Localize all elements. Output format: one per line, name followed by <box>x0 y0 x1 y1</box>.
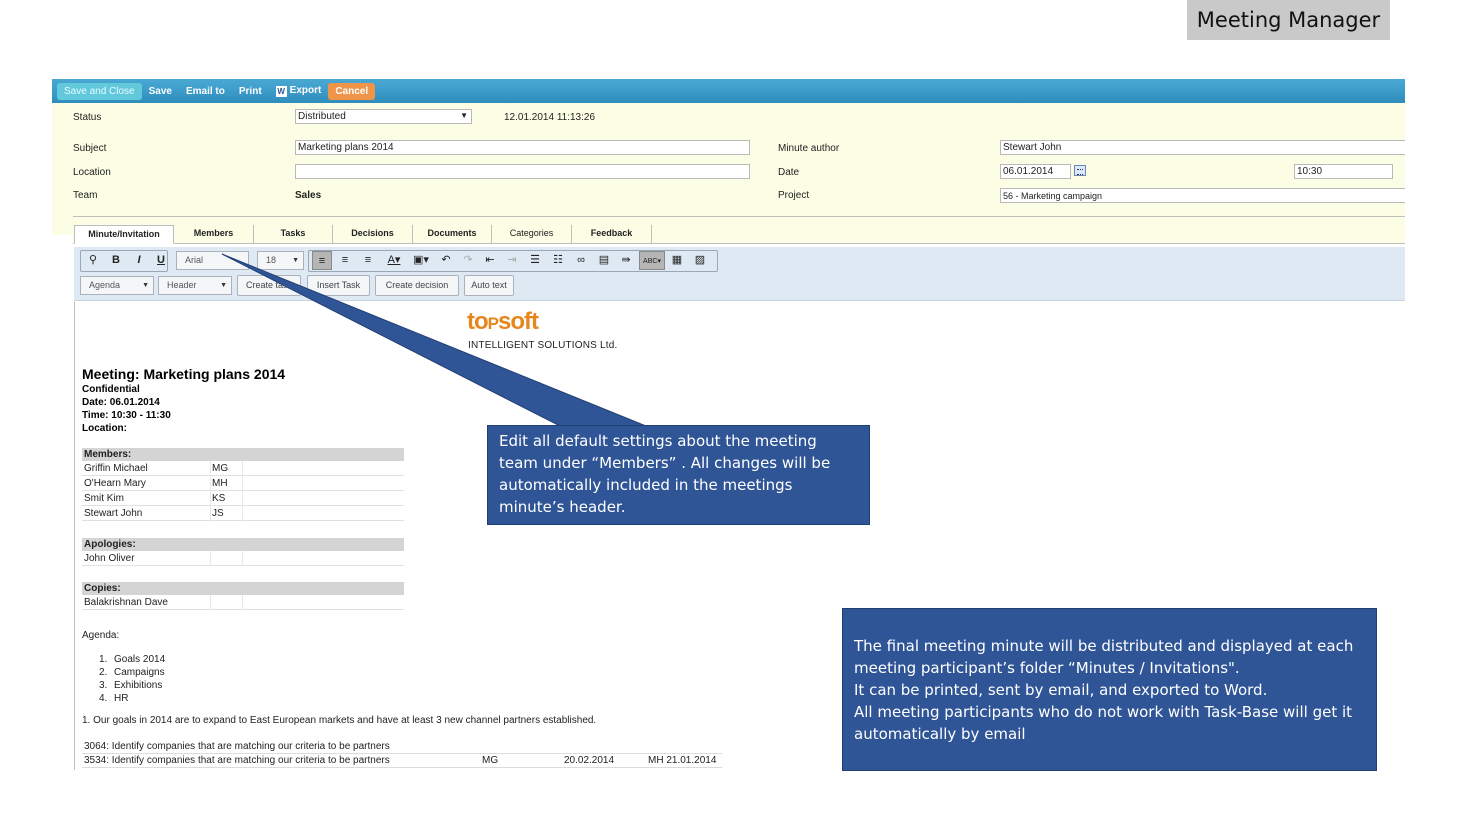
distribution-callout-line: All meeting participants who do not work… <box>854 703 1353 743</box>
distribution-callout: The final meeting minute will be distrib… <box>842 608 1377 771</box>
members-callout: Edit all default settings about the meet… <box>487 425 870 525</box>
distribution-callout-line: The final meeting minute will be distrib… <box>854 637 1354 677</box>
distribution-callout-line: It can be printed, sent by email, and ex… <box>854 681 1268 699</box>
